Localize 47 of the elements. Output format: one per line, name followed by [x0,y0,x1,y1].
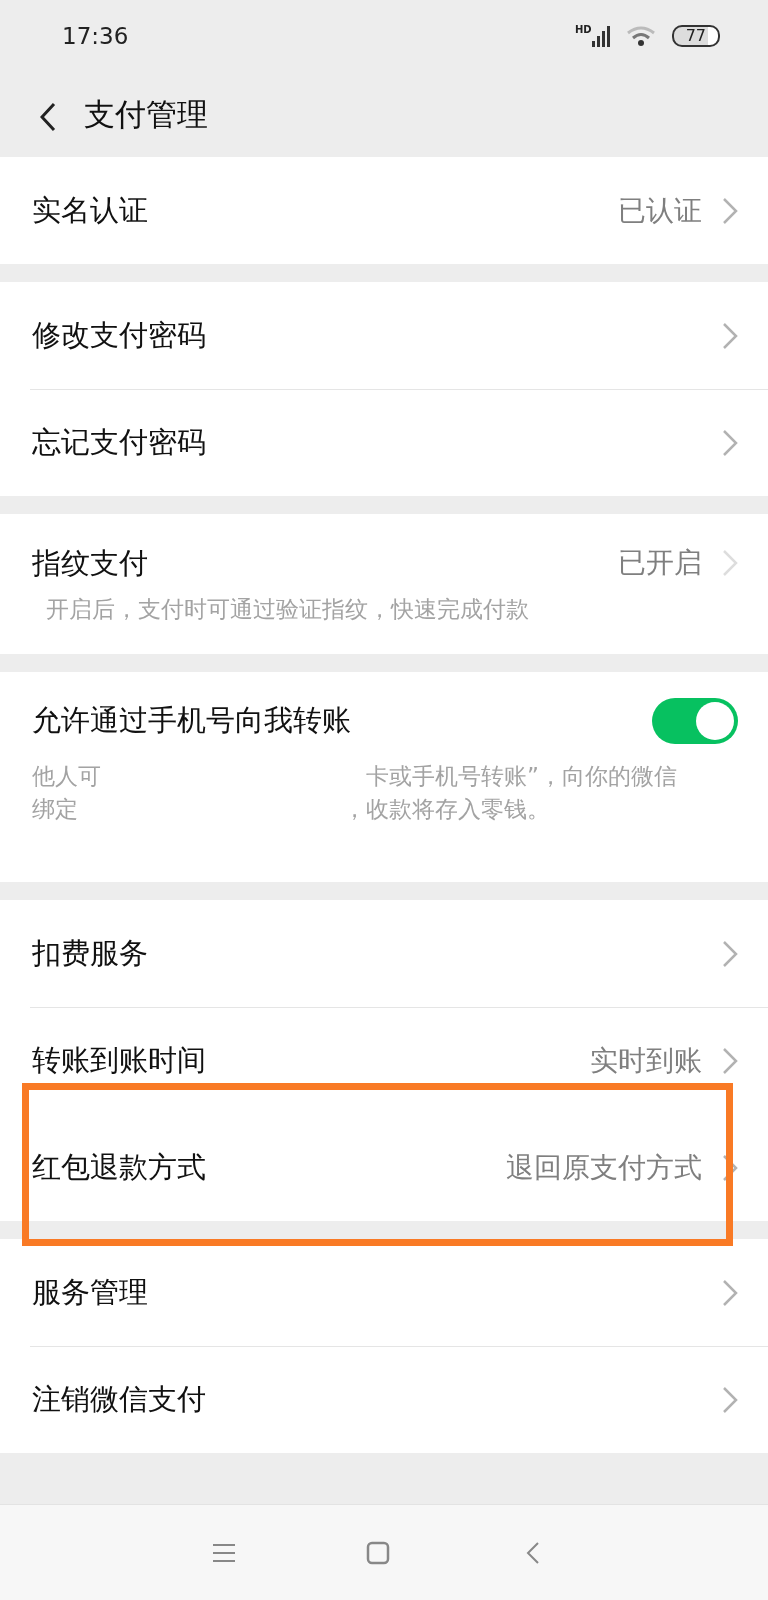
row-description: 开启后，支付时可通过验证指纹，快速完成付款 [45,595,529,625]
chevron-icon [722,549,738,578]
description-text: 他人可 [32,762,101,791]
row-value: 实时到账 [590,1042,702,1079]
row-label: 修改支付密码 [32,316,206,354]
chevron-icon [722,1385,738,1414]
settings-row[interactable]: 指纹支付 已开启 开启后，支付时可通过验证指纹，快速完成付款 [0,514,768,654]
settings-row[interactable]: 注销微信支付 [0,1346,768,1453]
row-label: 扣费服务 [32,934,148,972]
row-label: 红包退款方式 [32,1148,206,1186]
network-type: HD [574,25,592,35]
settings-row[interactable]: 实名认证 已认证 [0,157,768,264]
signal-icon [591,25,610,47]
page-title: 支付管理 [84,95,208,135]
home-button[interactable] [366,1540,390,1565]
description-text: 卡或手机号转账”，向你的微信 [366,762,677,791]
chevron-icon [722,939,738,968]
chevron-icon [722,1278,738,1307]
description-text: 绑定 [32,795,78,825]
battery-indicator: 77 [671,25,720,47]
settings-row[interactable]: 忘记支付密码 [0,389,768,496]
chevron-icon [722,1153,738,1182]
wifi-icon [625,25,656,47]
row-value: 已开启 [618,545,702,582]
settings-row[interactable]: 红包退款方式 退回原支付方式 [0,1114,768,1221]
home-icon [366,1540,390,1565]
row-label: 忘记支付密码 [32,423,206,461]
row-value: 退回原支付方式 [506,1149,702,1186]
chevron-icon [722,321,738,350]
settings-row[interactable]: 转账到账时间 实时到账 [0,1007,768,1114]
settings-row[interactable]: 服务管理 [0,1239,768,1346]
row-label: 允许通过手机号向我转账 [32,702,351,740]
row-label: 注销微信支付 [32,1380,206,1418]
settings-row[interactable]: 扣费服务 [0,900,768,1007]
chevron-icon [722,196,738,225]
toggle-switch[interactable] [652,698,738,744]
chevron-icon [722,1046,738,1075]
row-label: 实名认证 [32,191,148,229]
chevron-icon [722,428,738,457]
row-label: 转账到账时间 [32,1041,206,1079]
description-text: ，收款将存入零钱。 [343,795,550,825]
row-label: 指纹支付 [32,544,148,582]
back-icon [40,101,56,132]
status-time: 17:36 [62,21,129,51]
settings-row[interactable]: 修改支付密码 [0,282,768,389]
row-label: 服务管理 [32,1273,148,1311]
row-value: 已认证 [618,192,702,229]
